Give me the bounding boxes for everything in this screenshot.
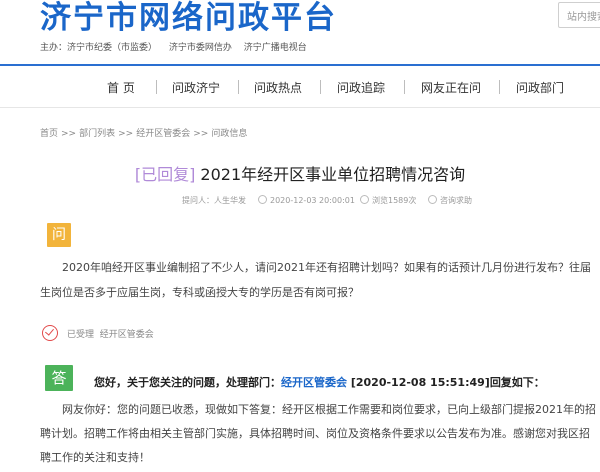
nav-item-hot-topics[interactable]: 问政热点 (254, 79, 302, 96)
breadcrumb-dept-list[interactable]: 部门列表 (79, 129, 115, 139)
breadcrumb-home[interactable]: 首页 (40, 129, 58, 139)
question-title: 2021年经开区事业单位招聘情况咨询 (200, 165, 466, 184)
page-title: [已回复] 2021年经开区事业单位招聘情况咨询 (0, 161, 600, 185)
answer-time: [2020-12-08 15:51:49] (350, 376, 490, 389)
sponsor-item: 济宁广播电视台 (243, 43, 307, 53)
nav-item-home[interactable]: 首 页 (107, 79, 135, 96)
answer-badge: 答 (45, 365, 73, 391)
sponsor-item: 主办：济宁市纪委（市监委） (40, 43, 158, 53)
nav-item-netizen-asking[interactable]: 网友正在问 (421, 79, 481, 96)
answer-header: 您好，关于您关注的问题，处理部门：经开区管委会 [2020-12-08 15:5… (94, 376, 545, 389)
nav-divider (156, 80, 157, 94)
nav-divider (320, 80, 321, 94)
sponsor-item: 济宁市委网信办 (168, 43, 232, 53)
check-circle-icon (42, 325, 58, 341)
ask-badge: 问 (47, 223, 71, 247)
nav-divider (238, 80, 239, 94)
post-time: 2020-12-03 20:00:01 (258, 195, 355, 205)
clock-icon (258, 195, 267, 204)
answer-dept-link[interactable]: 经开区管委会 (281, 376, 347, 389)
status-dept: 经开区管委会 (99, 330, 154, 340)
asker-name: 提问人：人生华发 (182, 196, 246, 205)
status-tag: [已回复] (134, 165, 196, 184)
eye-icon (360, 195, 369, 204)
breadcrumb-dept[interactable]: 经开区管委会 (136, 129, 190, 139)
tag-icon (428, 195, 437, 204)
main-nav: 首 页 问政济宁 问政热点 问政追踪 网友正在问 问政部门 (0, 66, 600, 108)
site-title: 济宁市网络问政平台 (40, 0, 337, 36)
breadcrumb-current: 问政信息 (211, 129, 248, 139)
search-input[interactable]: 站内搜索 (558, 2, 600, 28)
answer-content: 网友你好：您的问题已收悉，现做如下答复：经开区根据工作需要和岗位要求，已向上级部… (40, 403, 596, 464)
question-category: 咨询求助 (428, 195, 472, 206)
question-content: 2020年咱经开区事业编制招了不少人，请问2021年还有招聘计划吗？如果有的话预… (40, 261, 591, 299)
status-row: 已受理 经开区管委会 (40, 324, 600, 344)
view-count: 浏览1589次 (360, 195, 416, 206)
nav-item-tracking[interactable]: 问政追踪 (337, 79, 385, 96)
nav-item-departments[interactable]: 问政部门 (516, 79, 564, 96)
search-placeholder: 站内搜索 (567, 12, 600, 23)
breadcrumb: 首页 >> 部门列表 >> 经开区管委会 >> 问政信息 (40, 129, 248, 139)
nav-item-wenzheng-jining[interactable]: 问政济宁 (172, 79, 220, 96)
nav-divider (404, 80, 405, 94)
nav-divider (499, 80, 500, 94)
status-text: 已受理 经开区管委会 (67, 330, 154, 340)
sponsor-list: 主办：济宁市纪委（市监委） 济宁市委网信办 济宁广播电视台 (40, 40, 316, 53)
